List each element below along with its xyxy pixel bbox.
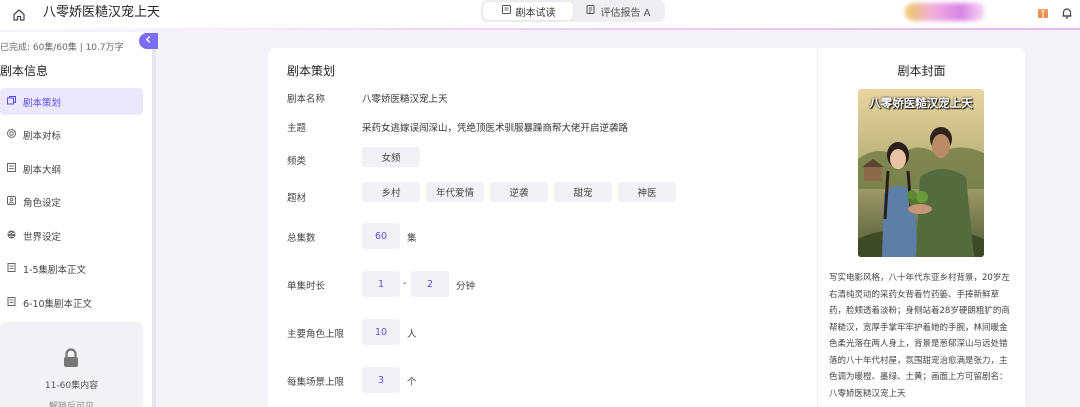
user-badge[interactable] — [905, 3, 985, 21]
genre-chip[interactable]: 神医 — [618, 182, 676, 202]
globe-icon — [6, 229, 17, 243]
locked-episodes-card[interactable]: 11-60集内容 解锁后可见 — [0, 322, 143, 407]
duration-max-input[interactable]: 2 — [411, 271, 449, 297]
sidebar-section-title: 剧本信息 — [0, 64, 49, 78]
book-icon — [501, 4, 512, 18]
sidebar-item-label: 1-5集剧本正文 — [23, 264, 87, 276]
scenes-input[interactable]: 3 — [362, 367, 400, 393]
duration-separator: - — [403, 278, 407, 289]
name-label: 剧本名称 — [287, 94, 326, 105]
cover-image[interactable]: 八零娇医糙汉宠上天 — [858, 89, 984, 257]
cover-image-caption: 八零娇医糙汉宠上天 — [869, 96, 973, 110]
character-icon — [6, 195, 17, 209]
chevron-left-icon — [144, 35, 153, 47]
genre-chip[interactable]: 年代爱情 — [426, 182, 484, 202]
locked-range-text: 11-60集内容 — [44, 381, 99, 391]
theme-value: 采药女逃嫁误闯深山，凭绝顶医术驯服暴躁商帮大佬开启逆袭路 — [362, 123, 629, 134]
sidebar-item-label: 世界设定 — [23, 231, 62, 243]
sidebar-item-characters[interactable]: 角色设定 — [0, 188, 143, 215]
panel-divider — [817, 48, 818, 407]
roles-unit: 人 — [407, 329, 417, 340]
progress-summary: 已完成: 60集/60集 | 10.7万字 — [0, 43, 124, 53]
channel-chip[interactable]: 女频 — [362, 147, 420, 167]
sidebar-item-label: 6-10集剧本正文 — [23, 298, 93, 310]
sidebar-item-episodes-1-5[interactable]: 1-5集剧本正文 — [0, 255, 143, 282]
layers-icon — [6, 95, 17, 109]
genre-label: 题材 — [287, 193, 307, 204]
genre-chip[interactable]: 甜宠 — [554, 182, 612, 202]
sidebar-item-benchmark[interactable]: 剧本对标 — [0, 121, 143, 148]
sidebar-item-label: 剧本策划 — [23, 97, 62, 109]
collapse-sidebar-button[interactable] — [139, 33, 158, 49]
scenes-unit: 个 — [407, 377, 417, 388]
channel-label: 频类 — [287, 156, 307, 167]
sidebar-scrollbar[interactable] — [152, 32, 156, 407]
home-icon[interactable] — [10, 6, 28, 24]
tab-report[interactable]: 评估报告 A — [573, 2, 663, 20]
sidebar-item-outline[interactable]: 剧本大纲 — [0, 155, 143, 182]
sidebar-item-label: 角色设定 — [23, 197, 62, 209]
genre-chip[interactable]: 逆袭 — [490, 182, 548, 202]
tab-script-read[interactable]: 剧本试读 — [483, 2, 573, 20]
unlock-hint-text: 解锁后可见 — [48, 402, 94, 407]
bell-icon[interactable] — [1058, 4, 1076, 22]
cover-description: 写实电影风格，八十年代东亚乡村背景，20岁左右清纯灵动的采药女背着竹药篓、手捧新… — [829, 273, 1010, 399]
plan-title: 剧本策划 — [287, 64, 336, 78]
sidebar-item-plan[interactable]: 剧本策划 — [0, 88, 143, 115]
roles-label: 主要角色上限 — [287, 329, 345, 340]
name-value: 八零娇医糙汉宠上天 — [362, 94, 448, 105]
sidebar-item-label: 剧本对标 — [23, 130, 62, 142]
lock-icon — [61, 347, 81, 369]
genre-chip[interactable]: 乡村 — [362, 182, 420, 202]
tab-script-read-label: 剧本试读 — [515, 7, 556, 19]
scenes-label: 每集场景上限 — [287, 377, 345, 388]
episodes-unit: 集 — [407, 233, 417, 244]
roles-input[interactable]: 10 — [362, 319, 400, 345]
document-icon — [6, 296, 17, 310]
document-icon — [6, 262, 17, 276]
view-tabs: 剧本试读 评估报告 A — [481, 0, 665, 22]
document-title: 八零娇医糙汉宠上天 — [43, 5, 161, 20]
duration-unit: 分钟 — [456, 281, 476, 292]
gift-icon[interactable] — [1034, 4, 1052, 22]
outline-icon — [6, 162, 17, 176]
tab-report-label: 评估报告 A — [600, 7, 651, 19]
sidebar-item-label: 剧本大纲 — [23, 164, 62, 176]
duration-min-input[interactable]: 1 — [362, 271, 400, 297]
episodes-label: 总集数 — [287, 233, 316, 244]
theme-label: 主题 — [287, 123, 307, 134]
report-icon — [585, 4, 596, 18]
cover-title: 剧本封面 — [897, 64, 946, 78]
sidebar-item-world[interactable]: 世界设定 — [0, 222, 143, 249]
duration-label: 单集时长 — [287, 281, 326, 292]
episodes-input[interactable]: 60 — [362, 223, 400, 249]
sidebar-item-episodes-6-10[interactable]: 6-10集剧本正文 — [0, 289, 143, 316]
target-icon — [6, 128, 17, 142]
